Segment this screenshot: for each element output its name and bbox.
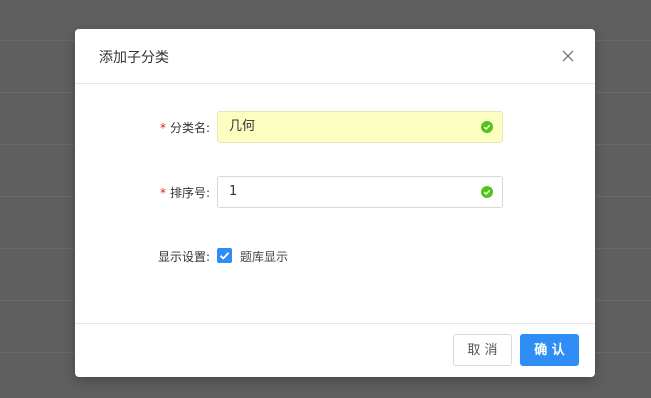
category-name-label: * 分类名:: [159, 121, 210, 135]
check-circle-icon: [481, 121, 493, 133]
add-subcategory-dialog: 添加子分类 * 分类名: 几何 * 排序号: 1 显示设置: 题库显示 取 消 …: [75, 29, 595, 377]
display-settings-label: 显示设置:: [157, 250, 210, 264]
dialog-title: 添加子分类: [99, 50, 169, 66]
category-name-value: 几何: [229, 119, 256, 134]
question-bank-display-label[interactable]: 题库显示: [240, 248, 288, 265]
sort-order-label: * 排序号:: [159, 186, 210, 200]
required-mark: *: [159, 121, 166, 135]
cancel-button[interactable]: 取 消: [453, 334, 512, 366]
required-mark: *: [159, 186, 166, 200]
sort-order-value: 1: [229, 184, 238, 199]
form-row-category-name: * 分类名: 几何: [75, 111, 595, 143]
form-row-sort-order: * 排序号: 1: [75, 176, 595, 208]
close-icon[interactable]: [559, 47, 577, 65]
sort-order-input[interactable]: 1: [217, 176, 503, 208]
check-circle-icon: [481, 186, 493, 198]
dialog-footer: 取 消 确 认: [75, 323, 595, 377]
question-bank-display-checkbox[interactable]: [217, 248, 232, 263]
category-name-input[interactable]: 几何: [217, 111, 503, 143]
form-row-display-settings: 显示设置: 题库显示: [75, 240, 595, 272]
dialog-header: 添加子分类: [75, 29, 595, 84]
confirm-button[interactable]: 确 认: [520, 334, 579, 366]
